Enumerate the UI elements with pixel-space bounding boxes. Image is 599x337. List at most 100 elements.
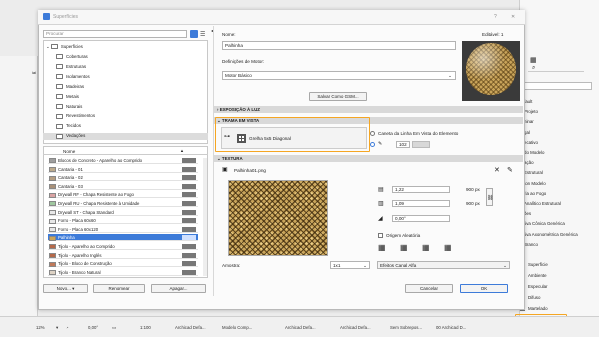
zoom-value[interactable]: 12% bbox=[36, 325, 45, 330]
list-view-icon[interactable]: ☰ bbox=[200, 31, 205, 38]
color-swatch bbox=[49, 244, 56, 250]
new-button[interactable]: Novo... ▾ bbox=[43, 284, 88, 293]
option-label: Superfície bbox=[528, 261, 548, 267]
engine-select[interactable]: Motor Básico ⌄ bbox=[222, 71, 456, 80]
clear-texture-icon[interactable]: ✕ bbox=[494, 166, 500, 174]
angle-input[interactable]: 0,00° bbox=[392, 215, 450, 222]
chevron-down-icon: ⌄ bbox=[448, 73, 452, 78]
rename-button[interactable]: Renomear bbox=[93, 284, 145, 293]
tree-folder[interactable]: Coberturas bbox=[56, 54, 88, 60]
close-icon[interactable]: ✕ bbox=[511, 14, 515, 20]
tree-folder[interactable]: Tecidos bbox=[56, 123, 81, 129]
view-map-item[interactable]: Projeto bbox=[524, 109, 538, 114]
scale-value[interactable]: 1:100 bbox=[140, 325, 151, 330]
chevron-down-icon: ⌄ bbox=[363, 263, 367, 268]
mirror-x-icon[interactable]: ▦ bbox=[400, 243, 408, 252]
save-gsm-button[interactable]: Salvar Como GSM... bbox=[309, 92, 367, 101]
view-map-item[interactable]: fault bbox=[524, 99, 532, 104]
mirror-none-icon[interactable]: ▦ bbox=[378, 243, 386, 252]
view-map-item[interactable]: ecativo bbox=[524, 140, 538, 145]
view-map-item[interactable]: ton Modelo bbox=[524, 181, 546, 186]
list-item[interactable]: Forro - Placa 60x60 bbox=[48, 217, 198, 225]
amostra-select[interactable]: 1x1 ⌄ bbox=[330, 261, 370, 269]
list-item[interactable]: Palhinha bbox=[48, 234, 198, 242]
search-icon[interactable]: ⌕ bbox=[532, 65, 535, 72]
help-icon[interactable]: ? bbox=[494, 14, 497, 20]
angle-value[interactable]: 0,00° bbox=[88, 325, 98, 330]
section-textura-label: TEXTURA bbox=[221, 156, 243, 161]
chain-link-icon[interactable]: ⛓ bbox=[486, 188, 493, 206]
view-map-item[interactable]: tiva Cônica Genérica bbox=[524, 221, 565, 226]
mirror-y-icon[interactable]: ▦ bbox=[422, 243, 430, 252]
cancel-button[interactable]: Cancelar bbox=[405, 284, 453, 293]
tree-folder[interactable]: Vedações bbox=[56, 133, 85, 139]
pen-number-input[interactable]: 102 bbox=[396, 141, 410, 148]
list-item[interactable]: Forro - Placa 60x120 bbox=[48, 226, 198, 233]
view6[interactable]: 00 Archicad D... bbox=[436, 325, 466, 330]
delete-button[interactable]: Apagar... bbox=[151, 284, 206, 293]
origem-checkbox[interactable] bbox=[378, 233, 383, 238]
width-input[interactable]: 1,22 bbox=[392, 186, 450, 193]
color-swatch bbox=[49, 175, 56, 181]
tree-folder[interactable]: Estruturas bbox=[56, 64, 86, 70]
view-map-item[interactable]: ões bbox=[524, 211, 531, 216]
column-nome[interactable]: Nome bbox=[63, 149, 75, 154]
list-item[interactable]: Tijolo - Bloco de Construção bbox=[48, 260, 198, 268]
color-swatch bbox=[49, 184, 56, 190]
view-map-item[interactable]: ria ao Fogo bbox=[524, 191, 546, 196]
color-swatch bbox=[49, 158, 56, 164]
tree-root[interactable]: ⌄ Superfícies bbox=[46, 44, 83, 50]
list-item[interactable]: Tijolo - Aparelho Inglês bbox=[48, 252, 198, 259]
caneta-radio[interactable] bbox=[370, 131, 375, 136]
section-textura[interactable]: ⌄ TEXTURA bbox=[214, 155, 523, 162]
list-item[interactable]: Cantaria - 01 bbox=[48, 166, 198, 173]
view-map-item[interactable]: Estrutural bbox=[524, 170, 543, 175]
tree-folder[interactable]: Madeiras bbox=[56, 84, 84, 90]
tree-folder[interactable]: Naturais bbox=[56, 104, 82, 109]
section-exposicao[interactable]: › EXPOSIÇÃO À LUZ bbox=[214, 106, 523, 113]
view-map-item[interactable]: Branco bbox=[524, 242, 538, 247]
list-item[interactable]: Drywall ST - Chapa Standard bbox=[48, 209, 198, 216]
material-icons bbox=[182, 218, 196, 224]
view4[interactable]: Archicad Defa... bbox=[340, 325, 371, 330]
list-item[interactable]: Drywall RU - Chapa Resistente à Umidade bbox=[48, 200, 198, 207]
search-input[interactable]: Procurar bbox=[43, 30, 187, 38]
tree-folder[interactable]: Revestimentos bbox=[56, 113, 95, 119]
pen-radio[interactable] bbox=[370, 142, 375, 147]
zoom-chevron-icon[interactable]: ▾ bbox=[56, 325, 58, 331]
list-item[interactable]: Cantaria - 03 bbox=[48, 183, 198, 190]
list-item-name: Drywall RU - Chapa Resistente à Umidade bbox=[58, 201, 140, 206]
list-item[interactable]: Tijolo - Branco Natural bbox=[48, 269, 198, 276]
view-map-item[interactable]: ação bbox=[524, 160, 534, 165]
list-item[interactable]: Blocos de Concreto - Aparelho ao Comprid… bbox=[48, 157, 198, 164]
ok-button[interactable]: OK bbox=[460, 284, 508, 293]
view3[interactable]: Archicad Defa... bbox=[285, 325, 316, 330]
name-input[interactable]: Palhinha bbox=[222, 41, 456, 50]
mirror-xy-icon[interactable]: ▦ bbox=[444, 243, 452, 252]
list-scrollbar[interactable] bbox=[203, 158, 207, 276]
view1[interactable]: Archicad Defa... bbox=[175, 325, 206, 330]
list-item[interactable]: Cantaria - 02 bbox=[48, 174, 198, 182]
view-map-item[interactable]: do Modelo bbox=[524, 150, 545, 155]
list-item[interactable]: Drywall RF - Chapa Resistente ao Fogo bbox=[48, 191, 198, 199]
tree-folder[interactable]: Metais bbox=[56, 94, 79, 99]
view-map-item[interactable]: Analítico Estrutural bbox=[524, 201, 561, 206]
collapse-arrow-icon[interactable]: ◂ bbox=[211, 28, 213, 33]
list-item[interactable]: Tijolo - Aparelho ao Comprido bbox=[48, 243, 198, 250]
view2[interactable]: Modelo Comp... bbox=[222, 325, 252, 330]
tree-folder[interactable]: Isolamentos bbox=[56, 74, 90, 80]
view5[interactable]: Sem Sobrepos... bbox=[390, 325, 422, 330]
tree-folder-label: Coberturas bbox=[66, 54, 88, 59]
view-map-item[interactable]: tiva Axonométrica Genérica bbox=[524, 232, 578, 237]
folder-view-icon[interactable] bbox=[190, 30, 198, 38]
left-toolbar bbox=[0, 56, 38, 316]
view-map-item[interactable]: ninar bbox=[524, 119, 534, 124]
grid-icon[interactable]: ▦ bbox=[530, 56, 537, 64]
pen-color-swatch[interactable] bbox=[412, 141, 430, 148]
material-icons bbox=[182, 226, 196, 232]
edit-texture-icon[interactable]: ✎ bbox=[507, 166, 513, 174]
height-input[interactable]: 1,09 bbox=[392, 200, 450, 207]
panel-search-input[interactable] bbox=[520, 82, 592, 90]
alpha-effects-select[interactable]: Efeitos Canal Alfa ⌄ bbox=[377, 261, 510, 269]
sort-icon[interactable]: ▲ bbox=[180, 148, 184, 153]
